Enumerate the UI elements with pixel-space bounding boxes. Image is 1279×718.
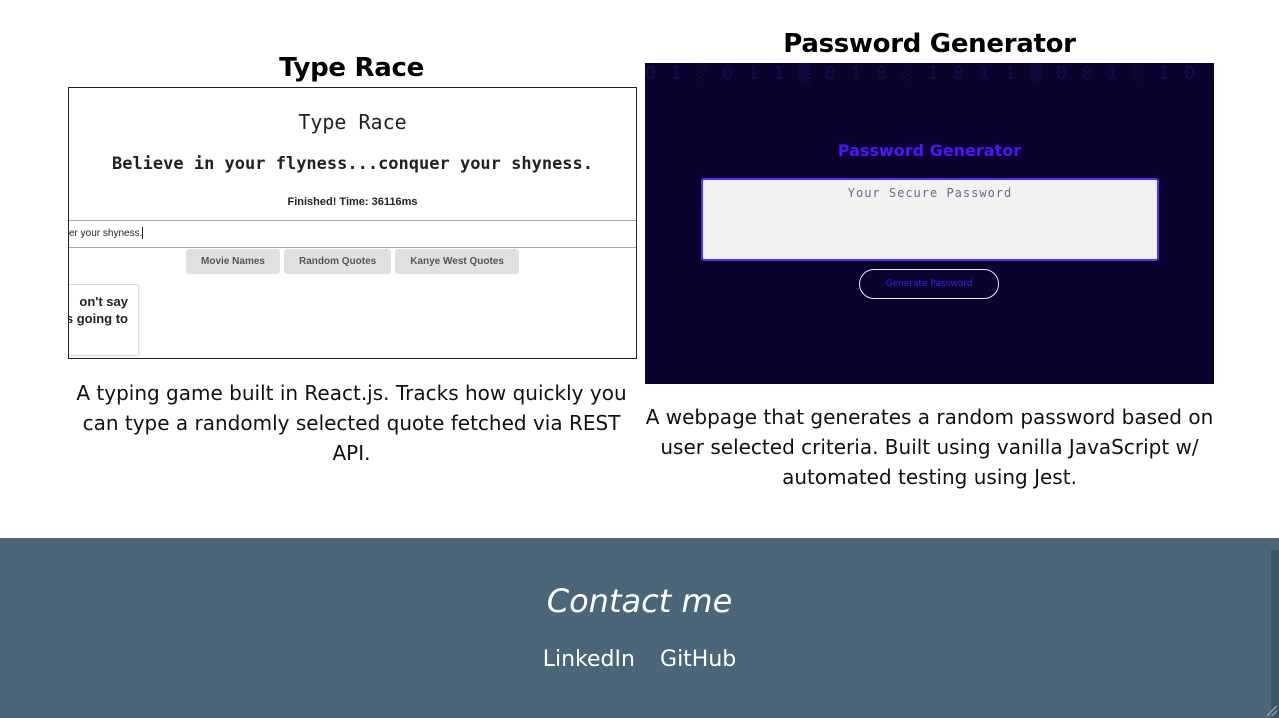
type-race-input: er your shyness.	[69, 220, 636, 248]
project-type-race: Type Race	[68, 52, 635, 84]
type-race-screenshot[interactable]: Type Race Believe in your flyness...conq…	[68, 87, 637, 359]
movie-names-button: Movie Names	[186, 249, 280, 274]
random-quotes-button: Random Quotes	[283, 249, 392, 274]
project-password-generator-desc: A webpage that generates a random passwo…	[645, 402, 1214, 492]
type-race-button-row: Movie Names Random Quotes Kanye West Quo…	[69, 249, 636, 274]
contact-footer: Contact me LinkedIn GitHub	[0, 538, 1279, 718]
contact-links: LinkedIn GitHub	[0, 647, 1279, 672]
password-placeholder: Your Secure Password	[847, 186, 1013, 200]
github-link[interactable]: GitHub	[660, 647, 736, 672]
contact-title: Contact me	[546, 582, 733, 620]
project-description: A webpage that generates a random passwo…	[645, 405, 1214, 489]
quote-card: on't say 's going to	[69, 284, 139, 356]
project-password-generator: Password Generator	[645, 28, 1214, 60]
generate-password-button: Generate Password	[859, 269, 999, 299]
type-race-app-title: Type Race	[298, 110, 407, 134]
scrollbar[interactable]	[1271, 550, 1279, 718]
text-caret	[142, 227, 144, 240]
type-race-status: Finished! Time: 36116ms	[287, 196, 418, 208]
project-description: A typing game built in React.js. Tracks …	[76, 381, 627, 465]
type-race-quote: Believe in your flyness...conquer your s…	[111, 154, 594, 174]
password-generator-screenshot[interactable]: 0 1 ░ 0 1 1 ▒ 0 1 0 ░ 1 0 1 1 ▒ 0 0 1 ░ …	[645, 63, 1214, 384]
project-title: Type Race	[279, 53, 424, 83]
linkedin-link[interactable]: LinkedIn	[543, 647, 635, 672]
type-race-input-value: er your shyness.	[69, 228, 143, 239]
project-type-race-desc: A typing game built in React.js. Tracks …	[68, 378, 635, 468]
password-generator-app-title: Password Generator	[837, 141, 1022, 160]
quote-card-text: on't say 's going to	[69, 294, 128, 326]
kanye-west-quotes-button: Kanye West Quotes	[395, 249, 519, 274]
project-title: Password Generator	[783, 29, 1076, 59]
resize-grip-icon[interactable]	[1267, 706, 1277, 716]
password-output-box: Your Secure Password	[701, 178, 1159, 261]
